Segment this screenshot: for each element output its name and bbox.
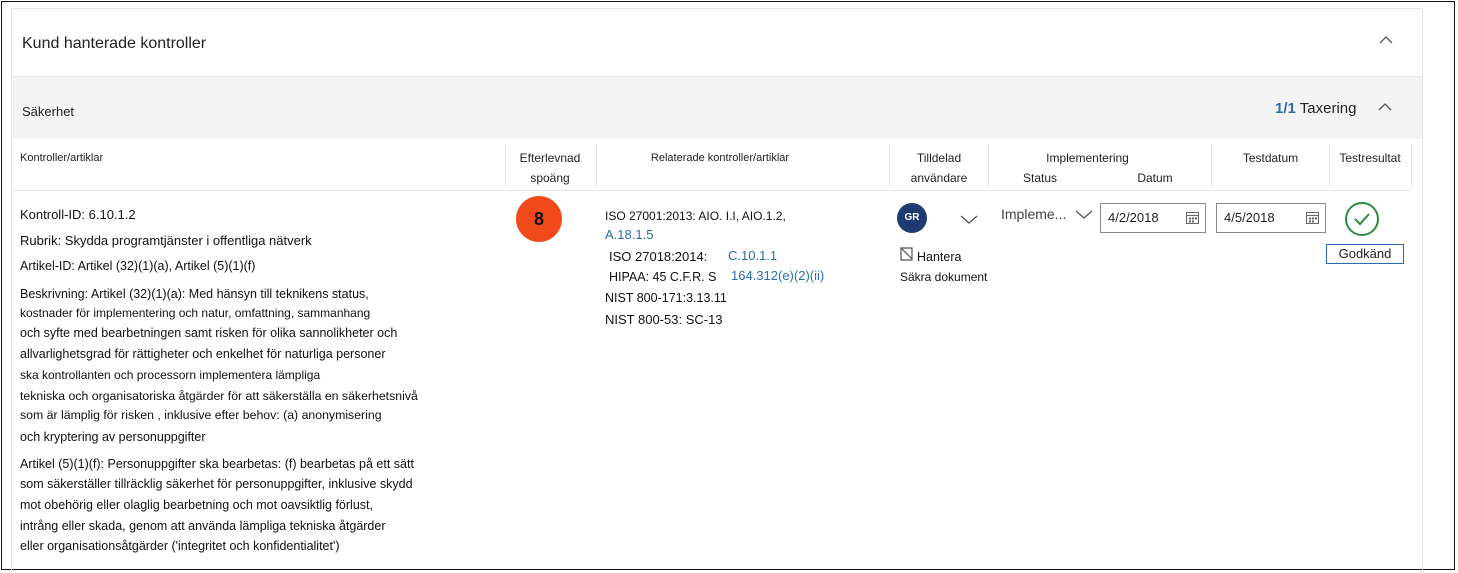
description-line: allvarlighetsgrad för rättigheter och en… <box>20 347 386 361</box>
column-divider <box>988 145 989 187</box>
col-header-impl-date: Datum <box>1137 171 1173 185</box>
related-iso27001-link[interactable]: A.18.1.5 <box>605 226 653 244</box>
col-header-test-result: Testresultat <box>1339 151 1401 165</box>
calendar-icon[interactable] <box>1306 211 1319 224</box>
control-id: Kontroll-ID: 6.10.1.2 <box>20 207 136 222</box>
col-header-controls: Kontroller/artiklar <box>20 152 104 164</box>
col-header-assigned-line1: Tilldelad <box>916 151 962 165</box>
related-hipaa-link[interactable]: 164.312(e)(2)(ii) <box>731 267 824 285</box>
avatar[interactable]: GR <box>897 203 927 233</box>
article2-line: mot obehörig eller olaglig bearbetning o… <box>20 498 373 512</box>
col-header-implementation: Implementering <box>1046 151 1129 165</box>
description-line: som är lämplig för risken , inklusive ef… <box>20 408 382 422</box>
col-header-score-line1: Efterlevnad <box>519 151 581 165</box>
manage-link[interactable]: Hantera <box>917 248 961 266</box>
description-line: tekniska och organisatoriska åtgärder fö… <box>20 389 418 403</box>
related-nist53: NIST 800-53: SC-13 <box>605 312 723 327</box>
col-header-score: Efterlevnad spoäng <box>505 148 595 188</box>
col-header-assigned: Tilldelad användare <box>890 148 988 188</box>
column-divider <box>1211 145 1212 187</box>
related-iso27018-link[interactable]: C.10.1.1 <box>728 247 777 265</box>
column-divider <box>889 145 890 187</box>
implementation-date-field[interactable]: 4/2/2018 <box>1100 203 1206 233</box>
section-header[interactable]: Säkerhet 1/1 Taxering <box>12 77 1422 139</box>
column-divider <box>596 145 597 187</box>
control-article-id: Artikel-ID: Artikel (32)(1)(a), Artikel … <box>20 259 256 273</box>
column-divider <box>505 145 506 187</box>
calendar-icon[interactable] <box>1186 211 1199 224</box>
column-divider <box>1329 145 1330 187</box>
chevron-down-icon[interactable] <box>1075 207 1093 221</box>
compliance-score-badge: 8 <box>516 196 562 242</box>
description-line: Beskrivning: Artikel (32)(1)(a): Med hän… <box>20 287 369 301</box>
control-rubric: Rubrik: Skydda programtjänster i offentl… <box>20 233 312 248</box>
checkmark-icon <box>1345 202 1379 236</box>
related-iso27001: ISO 27001:2013: AIO. I.I, AIO.1.2, <box>605 209 786 223</box>
related-iso27018: ISO 27018:2014: <box>609 249 708 264</box>
description-line: och kryptering av personuppgifter <box>20 430 206 444</box>
article2-line: intrång eller skada, genom att använda l… <box>20 519 386 533</box>
article2-line: Artikel (5)(1)(f): Personuppgifter ska b… <box>20 457 414 471</box>
description-line: och syfte med bearbetningen samt risken … <box>20 326 398 340</box>
section-title: Säkerhet <box>22 104 75 119</box>
test-date-value: 4/5/2018 <box>1224 210 1275 225</box>
secure-docs-label: Säkra dokument <box>900 270 988 284</box>
section-count: 1/1 Taxering <box>1275 100 1357 117</box>
implementation-date-value: 4/2/2018 <box>1108 210 1159 225</box>
related-hipaa: HIPAA: 45 C.F.R. S <box>609 270 717 284</box>
col-header-impl-status: Status <box>1022 171 1058 185</box>
description-line: ska kontrollanten och processorn impleme… <box>20 368 321 382</box>
article2-line: som säkerställer tillräcklig säkerhet fö… <box>20 477 413 491</box>
test-date-field[interactable]: 4/5/2018 <box>1216 203 1326 233</box>
related-nist171: NIST 800-171:3.13.11 <box>605 291 727 305</box>
panel-header[interactable]: Kund hanterade kontroller <box>12 9 1422 77</box>
panel-title: Kund hanterade kontroller <box>22 35 207 52</box>
column-divider <box>1411 145 1412 187</box>
col-header-test-date: Testdatum <box>1242 151 1299 165</box>
chevron-down-icon[interactable] <box>960 212 978 226</box>
article2-line: eller organisationsåtgärder ('integritet… <box>20 539 340 553</box>
implementation-status-select[interactable]: Impleme... <box>1001 205 1066 223</box>
col-header-assigned-line2: användare <box>910 171 968 185</box>
document-icon[interactable] <box>900 247 913 261</box>
header-divider <box>12 190 1412 191</box>
chevron-up-icon[interactable] <box>1378 100 1392 114</box>
chevron-up-icon[interactable] <box>1379 33 1393 47</box>
description-line: kostnader för implementering och natur, … <box>20 306 371 320</box>
test-result-button[interactable]: Godkänd <box>1326 244 1404 264</box>
col-header-related: Relaterade kontroller/artiklar <box>650 152 790 164</box>
col-header-score-line2: spoäng <box>530 171 570 185</box>
